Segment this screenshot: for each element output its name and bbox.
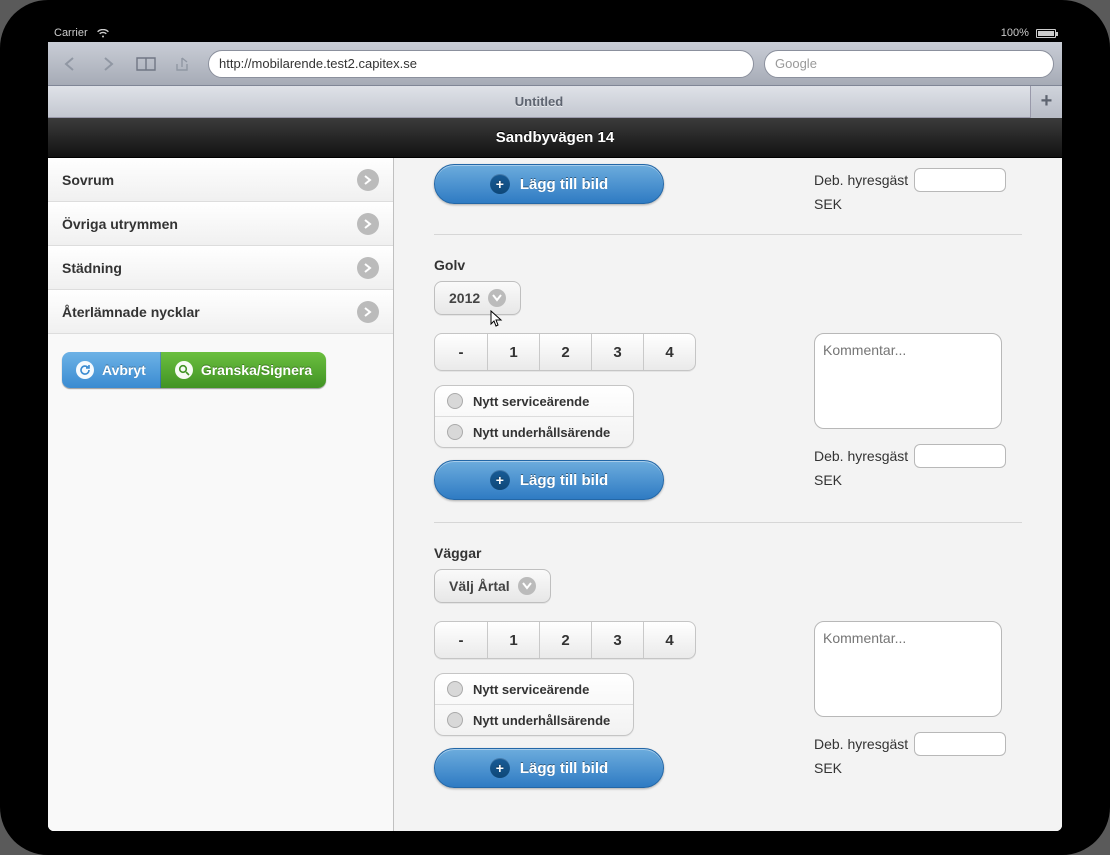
new-maintenance-label: Nytt underhållsärende <box>473 713 610 728</box>
sidebar-item-sovrum[interactable]: Sovrum <box>48 158 393 202</box>
sidebar-item-nycklar[interactable]: Återlämnade nycklar <box>48 290 393 334</box>
new-maintenance-option[interactable]: Nytt underhållsärende <box>435 704 633 735</box>
sidebar: Sovrum Övriga utrymmen Städning Åte <box>48 158 394 831</box>
year-select-golv[interactable]: 2012 <box>434 281 521 315</box>
sidebar-item-stadning[interactable]: Städning <box>48 246 393 290</box>
new-service-option[interactable]: Nytt serviceärende <box>435 386 633 416</box>
chevron-right-icon <box>357 257 379 279</box>
comment-field[interactable] <box>814 621 1002 717</box>
chevron-right-icon <box>357 213 379 235</box>
seg-1[interactable]: 1 <box>487 334 539 370</box>
seg-4[interactable]: 4 <box>643 334 695 370</box>
refresh-icon <box>76 361 94 379</box>
back-button[interactable] <box>56 51 84 77</box>
search-icon <box>175 361 193 379</box>
search-field[interactable]: Google <box>764 50 1054 78</box>
new-service-option[interactable]: Nytt serviceärende <box>435 674 633 704</box>
sek-label: SEK <box>814 196 1022 212</box>
cancel-button[interactable]: Avbryt <box>62 352 161 388</box>
plus-icon: + <box>490 758 510 778</box>
search-placeholder: Google <box>775 56 817 71</box>
status-bar: Carrier 100% <box>48 24 1062 42</box>
page-title: Sandbyvägen 14 <box>48 118 1062 158</box>
battery-icon <box>1036 29 1056 38</box>
carrier-label: Carrier <box>54 27 88 39</box>
seg-dash[interactable]: - <box>435 622 487 658</box>
browser-toolbar: http://mobilarende.test2.capitex.se Goog… <box>48 42 1062 86</box>
new-service-label: Nytt serviceärende <box>473 394 589 409</box>
wifi-icon <box>97 27 109 39</box>
radio-icon <box>447 424 463 440</box>
deb-label: Deb. hyresgäst <box>814 736 908 752</box>
chevron-down-icon <box>488 289 506 307</box>
sidebar-item-label: Städning <box>62 260 122 276</box>
seg-4[interactable]: 4 <box>643 622 695 658</box>
review-sign-button[interactable]: Granska/Signera <box>161 352 326 388</box>
seg-2[interactable]: 2 <box>539 334 591 370</box>
deb-input[interactable] <box>914 168 1006 192</box>
year-value: Välj Årtal <box>449 578 510 594</box>
year-select-vaggar[interactable]: Välj Årtal <box>434 569 551 603</box>
tab-title[interactable]: Untitled <box>48 94 1030 109</box>
bookmarks-icon[interactable] <box>132 51 160 77</box>
seg-3[interactable]: 3 <box>591 334 643 370</box>
add-image-label: Lägg till bild <box>520 760 608 777</box>
seg-2[interactable]: 2 <box>539 622 591 658</box>
main-content: + Lägg till bild Deb. hyresgäst <box>394 158 1062 831</box>
sidebar-item-label: Sovrum <box>62 172 114 188</box>
add-image-label: Lägg till bild <box>520 472 608 489</box>
add-image-button[interactable]: + Lägg till bild <box>434 164 664 204</box>
comment-field[interactable] <box>814 333 1002 429</box>
add-image-label: Lägg till bild <box>520 176 608 193</box>
rating-segment-vaggar: - 1 2 3 4 <box>434 621 696 659</box>
battery-percent: 100% <box>1001 27 1029 39</box>
chevron-right-icon <box>357 169 379 191</box>
radio-icon <box>447 681 463 697</box>
section-title-golv: Golv <box>434 257 1022 273</box>
deb-input[interactable] <box>914 444 1006 468</box>
deb-label: Deb. hyresgäst <box>814 448 908 464</box>
add-image-button[interactable]: + Lägg till bild <box>434 460 664 500</box>
sek-label: SEK <box>814 472 1022 488</box>
chevron-down-icon <box>518 577 536 595</box>
new-service-label: Nytt serviceärende <box>473 682 589 697</box>
radio-icon <box>447 393 463 409</box>
forward-button[interactable] <box>94 51 122 77</box>
sidebar-item-label: Övriga utrymmen <box>62 216 178 232</box>
seg-3[interactable]: 3 <box>591 622 643 658</box>
sidebar-item-ovriga[interactable]: Övriga utrymmen <box>48 202 393 246</box>
deb-label: Deb. hyresgäst <box>814 172 908 188</box>
plus-icon: + <box>490 174 510 194</box>
review-label: Granska/Signera <box>201 362 312 378</box>
rating-segment-golv: - 1 2 3 4 <box>434 333 696 371</box>
seg-1[interactable]: 1 <box>487 622 539 658</box>
url-field[interactable]: http://mobilarende.test2.capitex.se <box>208 50 754 78</box>
tab-bar: Untitled + <box>48 86 1062 118</box>
share-icon[interactable] <box>170 51 198 77</box>
add-image-button[interactable]: + Lägg till bild <box>434 748 664 788</box>
new-maintenance-option[interactable]: Nytt underhållsärende <box>435 416 633 447</box>
section-title-vaggar: Väggar <box>434 545 1022 561</box>
year-value: 2012 <box>449 290 480 306</box>
new-maintenance-label: Nytt underhållsärende <box>473 425 610 440</box>
new-tab-button[interactable]: + <box>1030 86 1062 118</box>
url-value: http://mobilarende.test2.capitex.se <box>219 56 417 71</box>
chevron-right-icon <box>357 301 379 323</box>
deb-input[interactable] <box>914 732 1006 756</box>
cancel-label: Avbryt <box>102 362 146 378</box>
sek-label: SEK <box>814 760 1022 776</box>
seg-dash[interactable]: - <box>435 334 487 370</box>
radio-icon <box>447 712 463 728</box>
plus-icon: + <box>490 470 510 490</box>
sidebar-item-label: Återlämnade nycklar <box>62 304 200 320</box>
